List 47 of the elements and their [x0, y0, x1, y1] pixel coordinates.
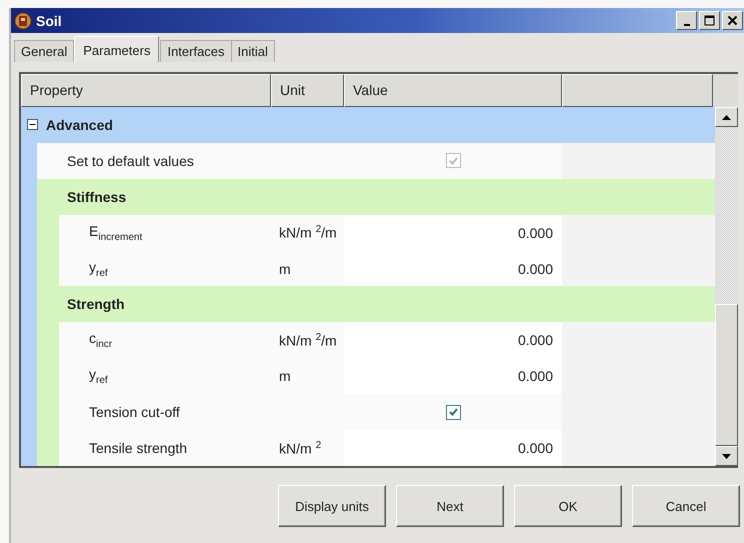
scroll-up-button[interactable]	[715, 107, 738, 127]
dialog-button[interactable]: Display units	[278, 485, 386, 527]
checkbox[interactable]	[446, 404, 460, 420]
tab[interactable]: General	[14, 40, 74, 62]
group-title: Stiffness	[66, 188, 126, 205]
group-title: Advanced	[46, 116, 113, 133]
scroll-down-button[interactable]	[715, 446, 738, 466]
property-cell: y$_{ref}$	[59, 358, 271, 394]
property-cell: y$_{ref}$	[59, 250, 271, 286]
group-indent	[37, 430, 59, 466]
property-cell: c$_{incr}$	[59, 322, 271, 358]
unit-cell: m	[271, 250, 344, 286]
column-header[interactable]: Property	[21, 74, 271, 107]
column-header[interactable]: Unit	[271, 74, 344, 107]
down-arrow-icon	[722, 454, 731, 458]
minimize-button[interactable]	[676, 11, 697, 30]
column-header[interactable]: Value	[344, 74, 562, 107]
unit-cell: kN/m $^{2}$	[271, 430, 344, 466]
property-cell: E$_{increment}$	[59, 214, 271, 251]
close-icon	[727, 15, 738, 26]
property-cell: Tensile strength	[59, 430, 271, 466]
unit-cell: m	[271, 358, 344, 394]
tree-indent	[21, 430, 37, 466]
group-title: Strength	[66, 296, 125, 312]
unit-cell: kN/m $^{2}$/m	[271, 214, 344, 251]
tab[interactable]: Interfaces	[160, 40, 232, 62]
dialog-button[interactable]: Cancel	[632, 485, 740, 527]
dialog-button[interactable]: OK	[514, 485, 622, 527]
maximize-button[interactable]	[699, 11, 720, 30]
group-row[interactable]: Advanced	[21, 106, 715, 143]
app-icon	[14, 12, 32, 30]
scrollbar-thumb[interactable]	[715, 304, 738, 446]
tab[interactable]: Initial	[230, 40, 275, 62]
window-title: Soil	[36, 12, 62, 28]
column-header[interactable]	[562, 74, 713, 107]
tab[interactable]: Parameters	[74, 36, 160, 62]
property-cell: Tension cut-off	[59, 394, 271, 430]
unit-cell: kN/m $^{2}$/m	[271, 322, 344, 358]
dialog-button[interactable]: Next	[396, 485, 504, 527]
up-arrow-icon	[722, 114, 731, 120]
checkmark-icon	[448, 156, 458, 165]
checkmark-icon	[448, 408, 458, 416]
maximize-icon	[704, 15, 715, 26]
close-button[interactable]	[722, 11, 743, 30]
collapse-icon[interactable]	[27, 119, 38, 130]
minimize-icon	[684, 24, 690, 26]
property-cell: Set to default values	[37, 142, 271, 179]
